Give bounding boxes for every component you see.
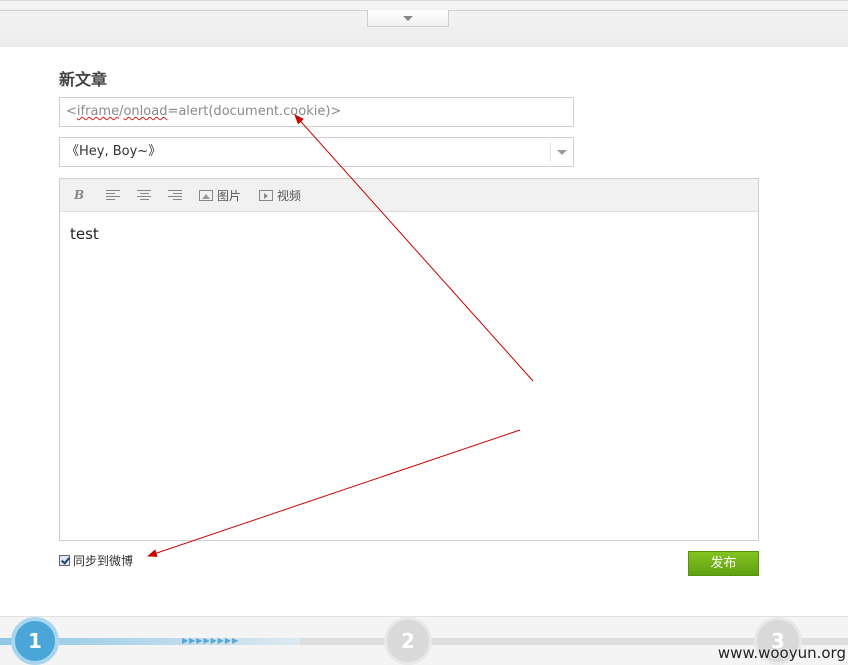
sync-weibo-label: 同步到微博 — [73, 554, 134, 568]
editor-content[interactable]: test — [70, 225, 99, 243]
insert-video-label: 视频 — [277, 188, 302, 203]
publish-button[interactable]: 发布 — [688, 551, 759, 576]
collapse-toggle-button[interactable] — [367, 10, 449, 27]
step-1[interactable]: 1 — [11, 617, 59, 665]
top-bar — [0, 0, 848, 47]
chevron-down-icon — [403, 15, 413, 21]
align-right-button[interactable] — [168, 187, 182, 203]
bold-icon: B — [74, 188, 85, 202]
title-input[interactable]: <iframe/onload=alert(document.cookie)> — [59, 97, 574, 127]
select-arrow[interactable] — [550, 142, 573, 162]
insert-video-button[interactable]: 视频 — [259, 187, 301, 203]
category-selected-value: 《Hey, Boy~》 — [66, 144, 162, 159]
insert-image-button[interactable]: 图片 — [199, 187, 241, 203]
watermark: www.wooyun.org — [717, 644, 846, 662]
editor-toolbar: B 图片 视频 — [60, 179, 758, 212]
align-left-icon — [106, 189, 120, 201]
image-icon — [199, 189, 213, 201]
spellcheck-word: onload — [123, 104, 168, 119]
bold-button[interactable]: B — [74, 187, 84, 203]
sync-weibo-checkbox[interactable] — [59, 555, 70, 566]
progress-chevrons-icon: ▶▶▶▶▶▶▶▶ — [182, 636, 240, 645]
rich-text-editor[interactable]: B 图片 视频 test — [59, 178, 759, 541]
sync-weibo-option[interactable]: 同步到微博 — [59, 552, 133, 569]
align-center-icon — [137, 189, 151, 201]
align-left-button[interactable] — [106, 187, 120, 203]
insert-image-label: 图片 — [217, 188, 242, 203]
video-icon — [259, 189, 273, 201]
step-2[interactable]: 2 — [384, 617, 432, 665]
align-center-button[interactable] — [137, 187, 151, 203]
align-right-icon — [168, 189, 182, 201]
chevron-down-icon — [557, 149, 567, 155]
category-select[interactable]: 《Hey, Boy~》 — [59, 137, 574, 167]
page-title: 新文章 — [59, 70, 108, 89]
spellcheck-word: iframe — [76, 104, 120, 119]
progress-steps: ▶▶▶▶▶▶▶▶ 1 2 3 www.wooyun.org — [0, 616, 848, 665]
